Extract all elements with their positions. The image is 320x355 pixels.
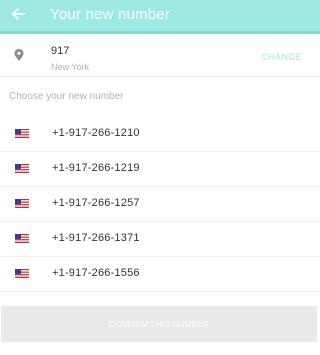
us-flag-icon xyxy=(15,234,29,243)
area-city: New York xyxy=(51,62,90,72)
us-flag-icon xyxy=(15,199,29,208)
app-bar: Your new number xyxy=(0,0,320,34)
us-flag-icon xyxy=(15,164,29,173)
number-option[interactable]: +1-917-266-1210 xyxy=(0,117,320,152)
us-flag-icon xyxy=(15,129,29,138)
area-code: 917 xyxy=(51,45,70,57)
number-list: +1-917-266-1210 +1-917-266-1219 +1-917-266… xyxy=(0,117,320,292)
phone-number: +1-917-266-1371 xyxy=(52,232,140,244)
phone-number: +1-917-266-1556 xyxy=(52,267,140,279)
arrow-left-icon xyxy=(12,8,25,20)
us-flag-icon xyxy=(15,269,29,278)
number-option[interactable]: +1-917-266-1371 xyxy=(0,222,320,257)
confirm-number-button[interactable]: CONFIRM THIS NUMBER xyxy=(1,306,317,342)
change-button[interactable]: CHANGE xyxy=(261,52,302,62)
area-code-row: 917 New York CHANGE xyxy=(0,38,320,77)
section-label: Choose your new number xyxy=(9,91,124,102)
phone-number: +1-917-266-1257 xyxy=(52,197,140,209)
number-option[interactable]: +1-917-266-1257 xyxy=(0,187,320,222)
phone-number: +1-917-266-1219 xyxy=(52,162,140,174)
number-option[interactable]: +1-917-266-1556 xyxy=(0,257,320,292)
number-option[interactable]: +1-917-266-1219 xyxy=(0,152,320,187)
page-title: Your new number xyxy=(50,6,171,23)
phone-number: +1-917-266-1210 xyxy=(52,127,140,139)
back-button[interactable] xyxy=(8,4,28,24)
location-pin-icon xyxy=(14,49,24,61)
